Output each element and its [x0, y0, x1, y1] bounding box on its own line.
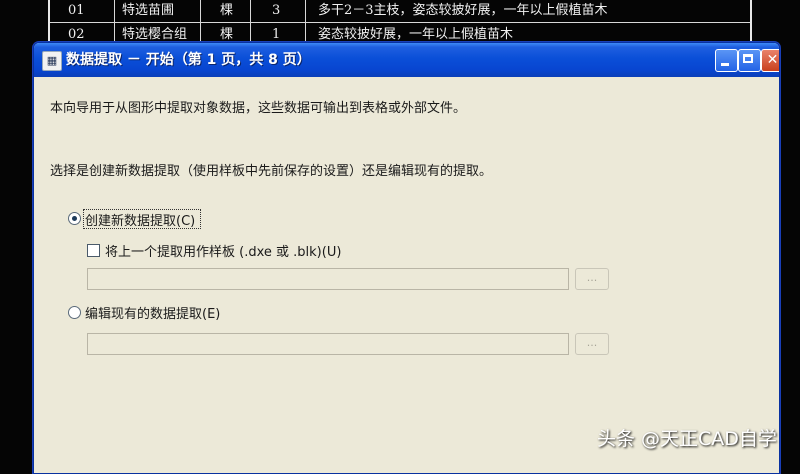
table-cell-no: 01 — [68, 3, 85, 18]
create-new-radio[interactable] — [68, 212, 81, 225]
app-icon: ▦ — [42, 51, 62, 71]
template-browse-button[interactable]: ... — [575, 268, 609, 290]
use-template-label[interactable]: 将上一个提取用作样板 (.dxe 或 .blk)(U) — [105, 241, 341, 260]
intro-text: 本向导用于从图形中提取对象数据，这些数据可输出到表格或外部文件。 — [50, 101, 467, 116]
table-row: 01 特选苗圃 棵 3 多干2－3主枝，姿态较披好展，一年以上假植苗木 — [50, 0, 750, 23]
window-title: 数据提取 － 开始（第 1 页，共 8 页） — [66, 52, 311, 68]
minimize-button[interactable] — [715, 49, 738, 72]
prompt-text: 选择是创建新数据提取（使用样板中先前保存的设置）还是编辑现有的提取。 — [50, 164, 493, 179]
template-path-field[interactable] — [87, 268, 569, 290]
use-template-checkbox[interactable] — [87, 244, 100, 257]
table-cell-spec: 多干2－3主枝，姿态较披好展，一年以上假植苗木 — [318, 3, 608, 18]
table-cell-unit: 棵 — [220, 3, 234, 18]
data-extraction-dialog: ▦ 数据提取 － 开始（第 1 页，共 8 页） ✕ 本向导用于从图形中提取对象… — [33, 42, 780, 474]
table-cell-qty: 3 — [272, 3, 281, 18]
edit-existing-radio[interactable] — [68, 306, 81, 319]
watermark-text: 头条 @天正CAD自学 — [597, 428, 777, 450]
edit-browse-button[interactable]: ... — [575, 333, 609, 355]
edit-existing-label[interactable]: 编辑现有的数据提取(E) — [85, 303, 220, 322]
maximize-button[interactable] — [738, 49, 761, 72]
close-button[interactable]: ✕ — [761, 49, 779, 72]
edit-path-field[interactable] — [87, 333, 569, 355]
title-bar[interactable]: ▦ 数据提取 － 开始（第 1 页，共 8 页） ✕ — [34, 43, 779, 77]
minimize-icon — [721, 63, 729, 66]
maximize-icon — [743, 54, 753, 63]
create-new-label[interactable]: 创建新数据提取(C) — [85, 210, 195, 229]
cad-background-table: 01 特选苗圃 棵 3 多干2－3主枝，姿态较披好展，一年以上假植苗木 02 特… — [48, 0, 752, 48]
table-cell-name: 特选苗圃 — [122, 3, 175, 18]
close-icon: ✕ — [766, 52, 779, 68]
